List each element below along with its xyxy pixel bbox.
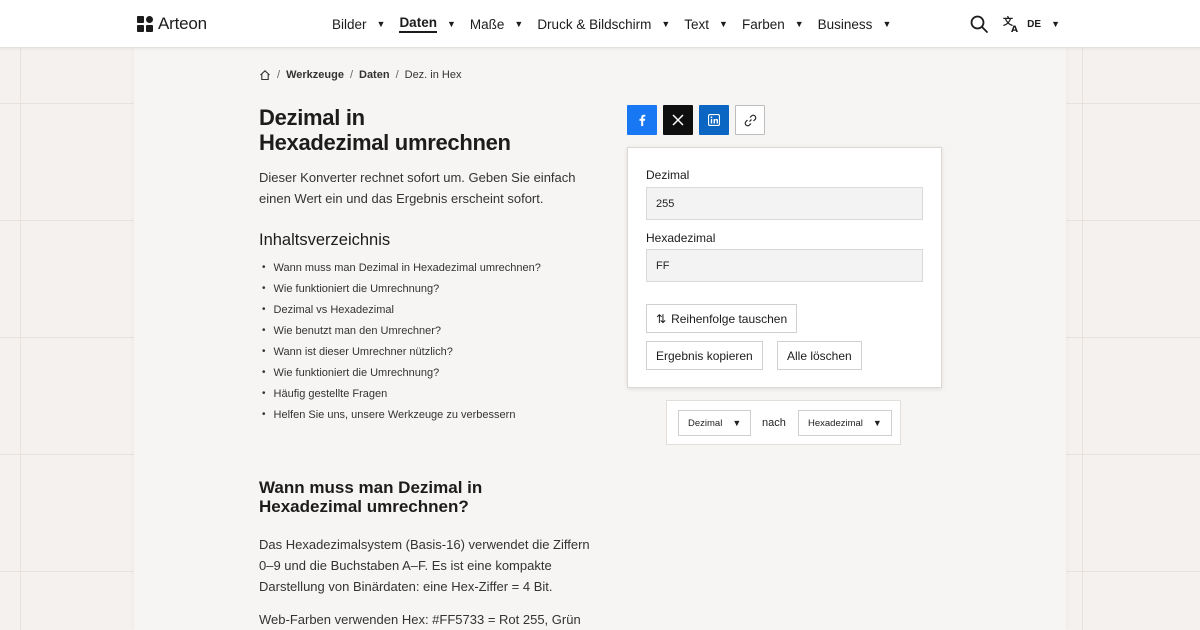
link-icon [744,114,756,126]
nav-item-daten[interactable]: Daten ▼ [399,0,456,48]
logo[interactable]: Arteon [137,13,207,35]
site-header: Arteon Bilder ▼ Daten ▼ Maße ▼ Druck & B… [0,0,1200,48]
x-share-button[interactable] [663,105,693,135]
toc-item[interactable]: Helfen Sie uns, unsere Werkzeuge zu verb… [259,404,599,425]
from-unit-select[interactable]: Dezimal ▼ [678,410,752,436]
share-buttons [627,105,765,135]
toc-title: Inhaltsverzeichnis [259,231,391,249]
nav-item-masse[interactable]: Maße ▼ [470,0,523,48]
svg-text:A: A [1011,25,1018,33]
conversion-direction: Dezimal ▼ nach Hexadezimal ▼ [666,400,901,445]
article-intro: Dezimal in Hexadezimal umrechnen Dieser … [259,105,599,425]
toc-item[interactable]: Wann ist dieser Umrechner nützlich? [259,341,599,362]
breadcrumb: / Werkzeuge / Daten / Dez. in Hex [259,69,461,81]
decimal-label: Dezimal [646,168,690,182]
toc-item[interactable]: Wann muss man Dezimal in Hexadezimal umr… [259,257,599,278]
chevron-down-icon: ▼ [794,19,804,29]
hex-output[interactable]: FF [646,249,923,282]
chevron-down-icon: ▼ [661,19,671,29]
breadcrumb-current: Dez. in Hex [404,69,462,81]
language-selector[interactable]: 文 A DE ▼ [1003,15,1060,33]
swap-icon: ⇅ [656,311,667,326]
nav-item-text[interactable]: Text ▼ [684,0,728,48]
copy-link-button[interactable] [735,105,765,135]
converter-panel: Dezimal 255 Hexadezimal FF ⇅ Reihenfolge… [627,147,942,388]
x-icon [672,114,684,126]
translate-icon: 文 A [1003,15,1018,33]
toc-item[interactable]: Wie benutzt man den Umrechner? [259,320,599,341]
toc-item[interactable]: Dezimal vs Hexadezimal [259,299,599,320]
breadcrumb-daten[interactable]: Daten [359,69,390,81]
main-content: / Werkzeuge / Daten / Dez. in Hex Dezima… [134,48,1066,630]
toc-item[interactable]: Wie funktioniert die Umrechnung? [259,278,599,299]
chevron-down-icon: ▼ [514,19,524,29]
section-body: Das Hexadezimalsystem (Basis-16) verwend… [259,537,590,594]
intro-text: Dieser Konverter rechnet sofort um. Gebe… [259,170,576,206]
swap-order-button[interactable]: ⇅ Reihenfolge tauschen [646,304,798,333]
main-nav: Bilder ▼ Daten ▼ Maße ▼ Druck & Bildschi… [332,0,905,48]
nav-item-bilder[interactable]: Bilder ▼ [332,0,385,48]
home-icon[interactable] [259,69,271,81]
chevron-down-icon: ▼ [1051,19,1060,29]
chevron-down-icon: ▼ [376,19,386,29]
breadcrumb-werkzeuge[interactable]: Werkzeuge [286,69,344,81]
chevron-down-icon: ▼ [719,19,728,29]
linkedin-share-button[interactable] [699,105,729,135]
chevron-down-icon: ▼ [882,19,892,29]
nav-item-druck-bildschirm[interactable]: Druck & Bildschirm ▼ [537,0,670,48]
linkedin-icon [708,114,720,126]
toc-item[interactable]: Häufig gestellte Fragen [259,383,599,404]
table-of-contents: Wann muss man Dezimal in Hexadezimal umr… [259,257,599,425]
toc-item[interactable]: Wie funktioniert die Umrechnung? [259,362,599,383]
nav-item-business[interactable]: Business ▼ [818,0,892,48]
brand-name: Arteon [158,14,207,33]
language-code: DE [1027,18,1042,30]
section-title: Wann muss man Dezimal in Hexadezimal umr… [259,478,483,516]
chevron-down-icon: ▼ [732,418,742,428]
clear-all-button[interactable]: Alle löschen [777,341,862,370]
decimal-input[interactable]: 255 [646,187,923,220]
section-body-2: Web-Farben verwenden Hex: #FF5733 = Rot … [259,612,581,627]
chevron-down-icon: ▼ [446,19,456,29]
page-title: Dezimal in Hexadezimal umrechnen [259,105,511,155]
logo-icon [137,16,153,32]
chevron-down-icon: ▼ [872,418,882,428]
facebook-icon [639,114,646,126]
to-unit-select[interactable]: Hexadezimal ▼ [798,410,892,436]
search-icon[interactable] [969,14,989,34]
header-actions: 文 A DE ▼ [969,0,1060,48]
direction-connector: nach [762,417,786,429]
hex-label: Hexadezimal [646,231,716,245]
nav-item-farben[interactable]: Farben ▼ [742,0,804,48]
facebook-share-button[interactable] [627,105,657,135]
copy-result-button[interactable]: Ergebnis kopieren [646,341,763,370]
